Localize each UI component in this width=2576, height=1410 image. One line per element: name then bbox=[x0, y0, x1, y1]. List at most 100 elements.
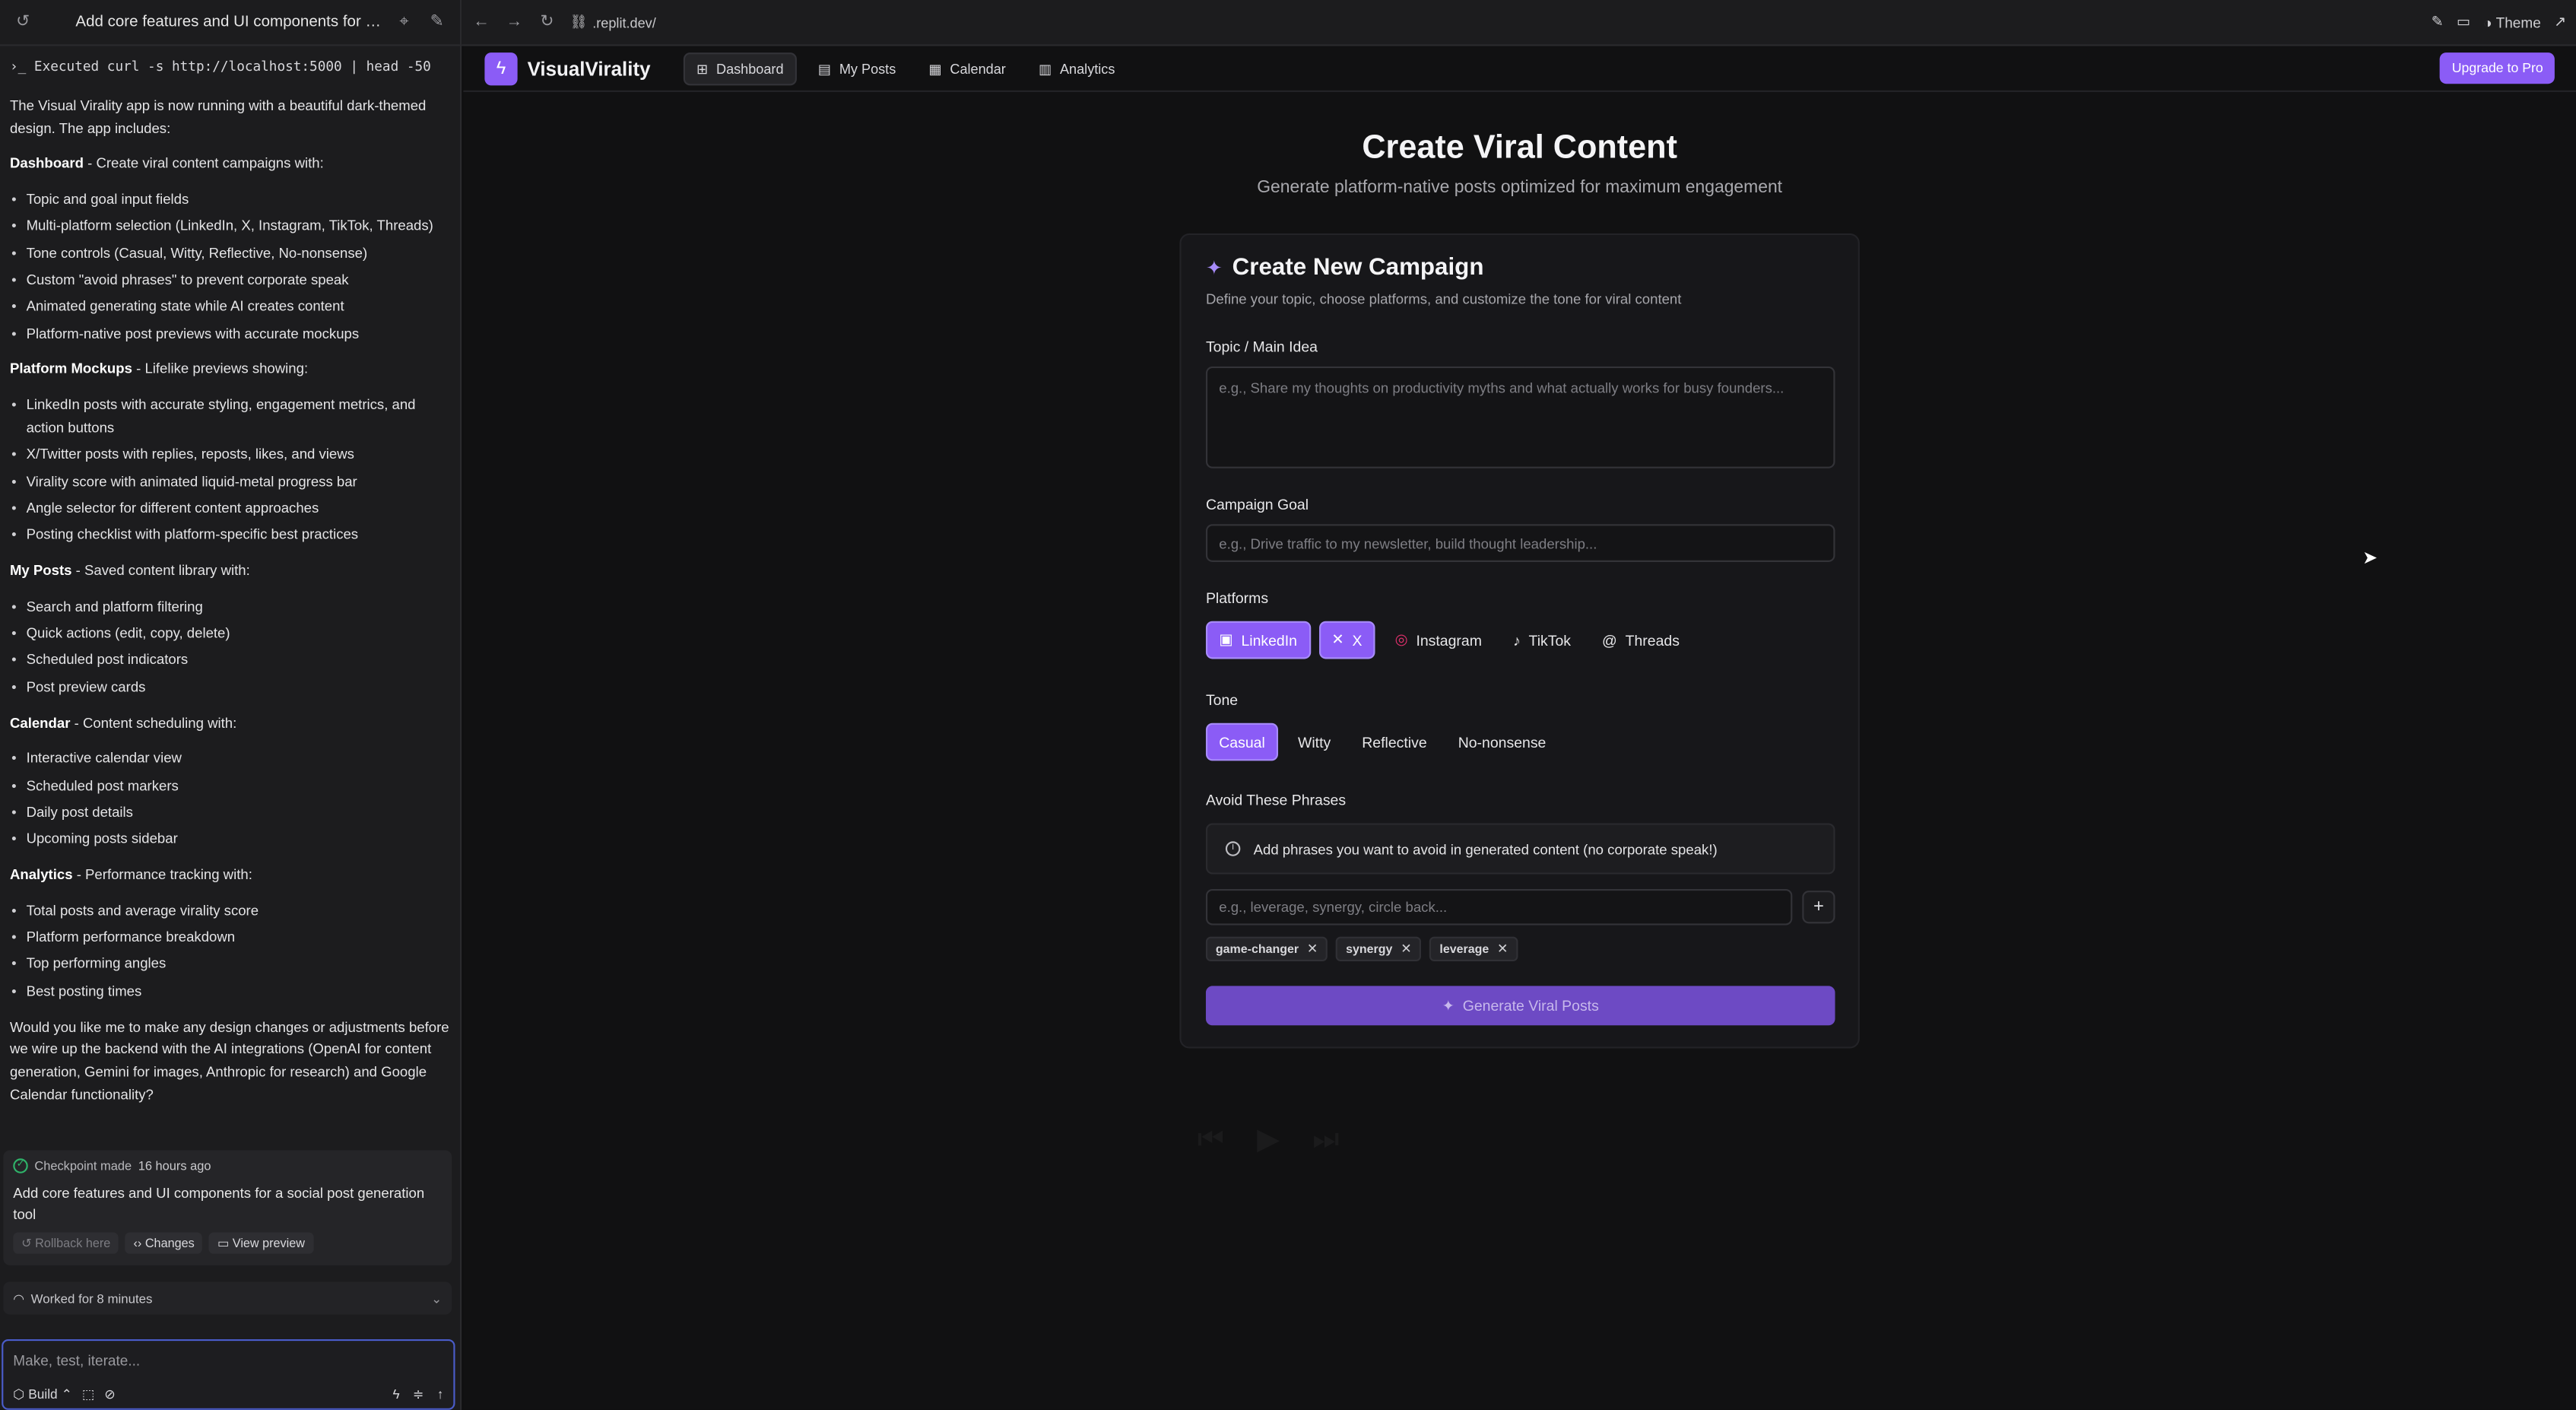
theme-button[interactable]: ◑ Theme bbox=[2483, 14, 2541, 30]
feature-list: Search and platform filtering Quick actio… bbox=[10, 596, 450, 699]
page-subtitle: Generate platform-native posts optimized… bbox=[1257, 177, 1783, 198]
back-icon[interactable]: ← bbox=[471, 13, 491, 31]
list-item: Multi-platform selection (LinkedIn, X, I… bbox=[10, 216, 450, 239]
list-item: Animated generating state while AI creat… bbox=[10, 297, 450, 319]
browser-toolbar: ← → ↻ ⛓ .replit.dev/ ✎ ▭ ◑ Theme ↗ bbox=[462, 0, 2576, 46]
rollback-button[interactable]: ↺ Rollback here bbox=[13, 1232, 119, 1254]
topic-label: Topic / Main Idea bbox=[1205, 338, 1318, 355]
view-preview-button[interactable]: ▭ View preview bbox=[209, 1232, 313, 1254]
feature-list: Topic and goal input fields Multi-platfor… bbox=[10, 189, 450, 346]
bar-chart-icon: ▥ bbox=[1039, 59, 1052, 77]
add-phrase-button[interactable]: + bbox=[1802, 891, 1835, 924]
platform-linkedin[interactable]: ▣ LinkedIn bbox=[1205, 621, 1311, 659]
list-item: Virality score with animated liquid-meta… bbox=[10, 471, 450, 494]
tiktok-icon: ♪ bbox=[1513, 631, 1521, 649]
history-icon[interactable]: ↺ bbox=[13, 13, 33, 31]
feature-sections: Dashboard - Create viral content campaig… bbox=[10, 154, 450, 1003]
nav-calendar[interactable]: ▦ Calendar bbox=[917, 53, 1017, 83]
avoid-label: Avoid These Phrases bbox=[1205, 792, 1347, 809]
send-icon[interactable]: ↑ bbox=[437, 1387, 444, 1402]
tone-label: Tone bbox=[1205, 691, 1239, 709]
section-heading: Dashboard - Create viral content campaig… bbox=[9, 154, 324, 172]
avoid-info-box: i Add phrases you want to avoid in gener… bbox=[1205, 823, 1835, 875]
rollback-icon: ↺ bbox=[21, 1235, 36, 1251]
section-heading: Calendar - Content scheduling with: bbox=[9, 713, 237, 731]
app-navbar: ϟ VisualVirality ⊞ Dashboard ▤ My Posts ▦ C… bbox=[463, 46, 2576, 92]
x-logo-icon: ✕ bbox=[1331, 630, 1344, 648]
pin-icon[interactable]: ⌖ bbox=[395, 13, 414, 31]
devices-icon[interactable]: ▭ bbox=[2457, 13, 2470, 31]
nav-my-posts[interactable]: ▤ My Posts bbox=[807, 53, 908, 83]
tone-no-nonsense[interactable]: No-nonsense bbox=[1447, 723, 1558, 761]
mouse-cursor-icon: ➤ bbox=[2362, 548, 2378, 569]
list-item: Daily post details bbox=[10, 802, 450, 824]
tone-casual[interactable]: Casual bbox=[1205, 722, 1279, 761]
url-bar[interactable]: ⛓ .replit.dev/ bbox=[570, 13, 2419, 31]
platform-x[interactable]: ✕ X bbox=[1318, 621, 1375, 659]
devtools-icon[interactable]: ✎ bbox=[2432, 13, 2444, 31]
avoid-info-text: Add phrases you want to avoid in generat… bbox=[1253, 840, 1718, 857]
chat-composer[interactable]: Make, test, iterate... ⬡ Build ⌃ ⬚ ⊘ ϟ ≑… bbox=[2, 1339, 455, 1410]
nav-analytics[interactable]: ▥ Analytics bbox=[1027, 53, 1127, 83]
section-heading: Analytics - Performance tracking with: bbox=[9, 865, 252, 883]
remove-tag-icon[interactable]: ✕ bbox=[1307, 942, 1318, 956]
worked-summary[interactable]: ◠ Worked for 8 minutes ⌄ bbox=[3, 1281, 452, 1315]
attach-icon[interactable]: ⊘ bbox=[104, 1387, 115, 1402]
lightning-logo-icon: ϟ bbox=[484, 52, 518, 85]
remove-tag-icon[interactable]: ✕ bbox=[1497, 942, 1508, 956]
app-preview: ϟ VisualVirality ⊞ Dashboard ▤ My Posts ▦ C… bbox=[463, 46, 2576, 1410]
composer-input[interactable]: Make, test, iterate... bbox=[3, 1341, 453, 1380]
gauge-icon: ◠ bbox=[13, 1291, 25, 1306]
agent-chat-panel: ↺ Add core features and UI components fo… bbox=[0, 0, 462, 1410]
phrase-tag: synergy ✕ bbox=[1336, 936, 1422, 962]
campaign-card: ✦ Create New Campaign Define your topic, … bbox=[1179, 233, 1860, 1049]
checkpoint-label: Checkpoint made bbox=[34, 1158, 132, 1173]
monitor-icon: ▭ bbox=[217, 1235, 233, 1251]
calendar-icon: ▦ bbox=[928, 59, 942, 77]
changes-button[interactable]: ‹› Changes bbox=[125, 1232, 203, 1254]
platform-tiktok[interactable]: ♪ TikTok bbox=[1502, 621, 1582, 659]
chat-title: Add core features and UI components for … bbox=[75, 13, 381, 32]
rewind-icon: ⏮ bbox=[1198, 1122, 1224, 1156]
section-heading: Platform Mockups - Lifelike previews sho… bbox=[9, 360, 309, 377]
tone-selector: Casual Witty Reflective No-nonsense bbox=[1205, 722, 1558, 761]
upgrade-button[interactable]: Upgrade to Pro bbox=[2440, 52, 2555, 84]
remove-tag-icon[interactable]: ✕ bbox=[1401, 942, 1411, 956]
settings-sliders-icon[interactable]: ≑ bbox=[413, 1387, 424, 1402]
list-item: LinkedIn posts with accurate styling, en… bbox=[10, 395, 450, 440]
feature-list: Interactive calendar view Scheduled post … bbox=[10, 748, 450, 851]
reload-icon[interactable]: ↻ bbox=[538, 13, 557, 31]
select-element-icon[interactable]: ⬚ bbox=[82, 1387, 94, 1402]
checkpoint-card: ✓ Checkpoint made 16 hours ago Add core … bbox=[3, 1150, 452, 1266]
plus-icon: + bbox=[1813, 897, 1824, 917]
new-chat-icon[interactable]: ✎ bbox=[427, 13, 447, 31]
phrase-input[interactable]: e.g., leverage, synergy, circle back... bbox=[1205, 888, 1793, 926]
intro-text: The Visual Virality app is now running w… bbox=[9, 97, 427, 136]
open-external-icon[interactable]: ↗ bbox=[2554, 13, 2566, 31]
forward-icon: ⏭ bbox=[1312, 1122, 1339, 1156]
sparkles-icon: ✦ bbox=[1205, 256, 1223, 280]
list-item: Platform-native post previews with accur… bbox=[10, 323, 450, 346]
list-item: Interactive calendar view bbox=[10, 748, 450, 771]
cube-icon: ⬡ bbox=[13, 1386, 29, 1402]
executed-command: ›_ Executed curl -s http://localhost:500… bbox=[9, 57, 431, 75]
platform-instagram[interactable]: ◎ Instagram bbox=[1384, 621, 1494, 659]
info-icon: i bbox=[1225, 841, 1241, 856]
build-mode-button[interactable]: ⬡ Build ⌃ bbox=[13, 1387, 72, 1402]
goal-input[interactable]: e.g., Drive traffic to my newsletter, bu… bbox=[1205, 524, 1835, 562]
nav-dashboard[interactable]: ⊞ Dashboard bbox=[683, 52, 797, 85]
tone-reflective[interactable]: Reflective bbox=[1350, 723, 1439, 761]
lightning-icon[interactable]: ϟ bbox=[393, 1387, 400, 1402]
tone-witty[interactable]: Witty bbox=[1286, 723, 1342, 761]
generate-button[interactable]: ✦ Generate Viral Posts bbox=[1205, 986, 1835, 1026]
card-title: ✦ Create New Campaign bbox=[1205, 254, 1484, 281]
platform-threads[interactable]: @ Threads bbox=[1591, 621, 1691, 659]
brand-name: VisualVirality bbox=[527, 56, 651, 80]
faded-media-controls: ⏮ ▶ ⏭ bbox=[956, 1097, 1581, 1180]
topic-textarea[interactable]: e.g., Share my thoughts on productivity … bbox=[1205, 366, 1835, 468]
forward-icon[interactable]: → bbox=[504, 13, 524, 31]
link-icon: ⛓ bbox=[569, 13, 588, 30]
list-item: Total posts and average virality score bbox=[10, 900, 450, 923]
feature-list: Total posts and average virality score Pl… bbox=[10, 900, 450, 1003]
platforms-label: Platforms bbox=[1205, 589, 1269, 607]
